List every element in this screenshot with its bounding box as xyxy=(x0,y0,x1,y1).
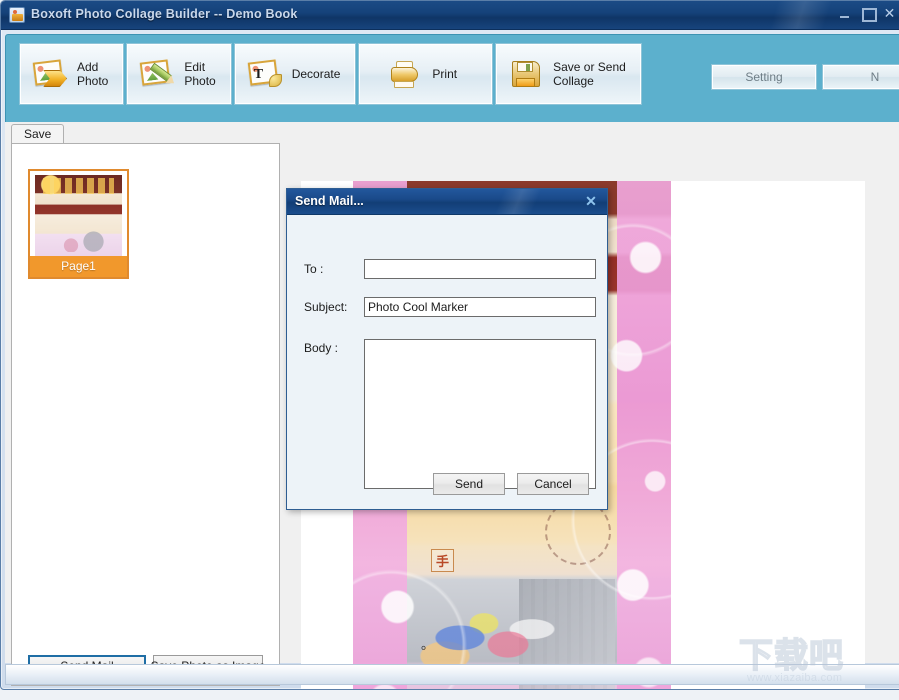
decorate-label: Decorate xyxy=(292,67,341,81)
save-or-send-label: Save or Send Collage xyxy=(553,60,626,88)
save-or-send-collage-button[interactable]: Save or Send Collage xyxy=(496,44,641,104)
print-button[interactable]: Print xyxy=(359,44,492,104)
main-toolbar: Add Photo Edit Photo T Decorate xyxy=(5,34,899,122)
close-icon[interactable]: ✕ xyxy=(583,192,599,210)
to-row: To : xyxy=(304,259,596,279)
decorate-button[interactable]: T Decorate xyxy=(235,44,356,104)
title-bar: Boxoft Photo Collage Builder -- Demo Boo… xyxy=(1,1,899,30)
edit-photo-button[interactable]: Edit Photo xyxy=(127,44,230,104)
decorate-icon: T xyxy=(248,58,284,90)
send-mail-dialog: Send Mail... ✕ To : Subject: Body : Send… xyxy=(286,188,608,510)
photo-text-line2: 。 xyxy=(421,634,434,653)
save-panel: Page1 Send Mail Save Photo as Image xyxy=(11,143,280,686)
add-photo-icon xyxy=(33,58,69,90)
print-icon xyxy=(388,58,424,90)
app-root: Boxoft Photo Collage Builder -- Demo Boo… xyxy=(0,0,899,700)
toolbar-buttons: Add Photo Edit Photo T Decorate xyxy=(20,44,641,104)
print-label: Print xyxy=(432,67,457,81)
add-photo-label: Add Photo xyxy=(77,60,108,88)
to-label: To : xyxy=(304,262,364,276)
dialog-actions: Send Cancel xyxy=(433,473,589,495)
maximize-icon[interactable] xyxy=(861,7,874,20)
to-input[interactable] xyxy=(364,259,596,279)
thumbnail-image xyxy=(35,175,122,256)
window-title: Boxoft Photo Collage Builder -- Demo Boo… xyxy=(31,7,298,21)
dialog-title-bar: Send Mail... ✕ xyxy=(287,189,607,215)
add-photo-button[interactable]: Add Photo xyxy=(20,44,123,104)
send-button[interactable]: Send xyxy=(433,473,505,495)
edit-photo-icon xyxy=(140,58,176,90)
body-textarea[interactable] xyxy=(364,339,596,489)
photo-frame-icon xyxy=(9,7,25,23)
dialog-body: To : Subject: Body : Send Cancel xyxy=(287,215,607,510)
subject-label: Subject: xyxy=(304,300,364,314)
next-button[interactable]: N xyxy=(823,65,899,89)
left-panel-tabstrip: Save xyxy=(11,122,64,140)
body-row: Body : xyxy=(304,339,596,489)
tab-save[interactable]: Save xyxy=(11,124,64,143)
close-icon[interactable]: ✕ xyxy=(883,7,896,20)
edit-photo-label: Edit Photo xyxy=(184,60,215,88)
thumbnail-caption: Page1 xyxy=(30,256,127,277)
page-thumbnail[interactable]: Page1 xyxy=(28,169,129,279)
window-controls: ✕ xyxy=(839,7,896,20)
subject-input[interactable] xyxy=(364,297,596,317)
toolbar-right-buttons: Setting N xyxy=(712,65,899,89)
body-label: Body : xyxy=(304,339,364,489)
save-send-icon xyxy=(509,58,545,90)
minimize-icon[interactable] xyxy=(839,7,852,20)
photo-text-line1: 手 xyxy=(431,549,454,572)
subject-row: Subject: xyxy=(304,297,596,317)
photo-text-line3: 上/7 , xyxy=(396,689,435,690)
status-bar xyxy=(5,664,899,685)
photo-border-right xyxy=(617,181,671,690)
setting-button[interactable]: Setting xyxy=(712,65,816,89)
dialog-title: Send Mail... xyxy=(295,194,364,208)
cancel-button[interactable]: Cancel xyxy=(517,473,589,495)
